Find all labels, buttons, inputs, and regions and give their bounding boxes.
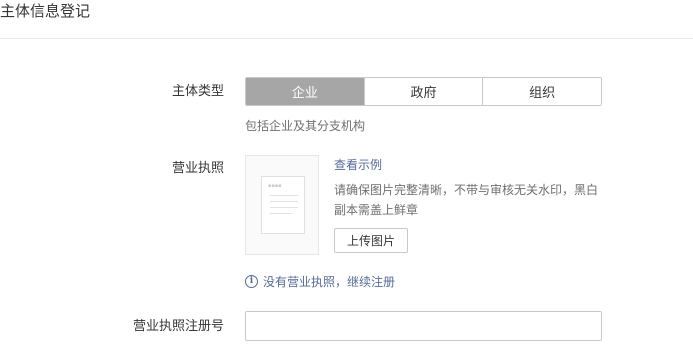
document-icon-line [270,213,292,214]
upload-requirements-text: 请确保图片完整清晰，不带与审核无关水印，黑白副本需盖上鲜章 [334,183,599,217]
upload-image-button[interactable]: 上传图片 [334,228,408,253]
entity-type-label: 主体类型 [171,84,224,99]
license-number-label: 营业执照注册号 [132,319,224,334]
segment-organization[interactable]: 组织 [482,78,601,105]
document-icon-line [270,201,298,202]
segment-government[interactable]: 政府 [363,78,483,105]
license-number-input[interactable] [245,311,602,341]
license-label: 营业执照 [171,161,224,176]
document-icon-line [270,207,298,208]
info-circle-icon: i [245,275,258,288]
entity-type-hint: 包括企业及其分支机构 [245,119,366,133]
document-icon-heading: ▪▪▪▪ [268,183,282,189]
header-divider [0,38,693,39]
document-icon: ▪▪▪▪ [261,176,305,234]
segment-enterprise[interactable]: 企业 [246,78,364,105]
license-example-thumbnail[interactable]: ▪▪▪▪ [245,155,319,255]
document-icon-line [270,195,298,196]
no-license-continue-link[interactable]: 没有营业执照，继续注册 [263,273,395,291]
view-example-link[interactable]: 查看示例 [334,156,382,174]
entity-type-segmented-control: 企业 政府 组织 [245,77,602,106]
page-title: 主体信息登记 [0,2,91,20]
